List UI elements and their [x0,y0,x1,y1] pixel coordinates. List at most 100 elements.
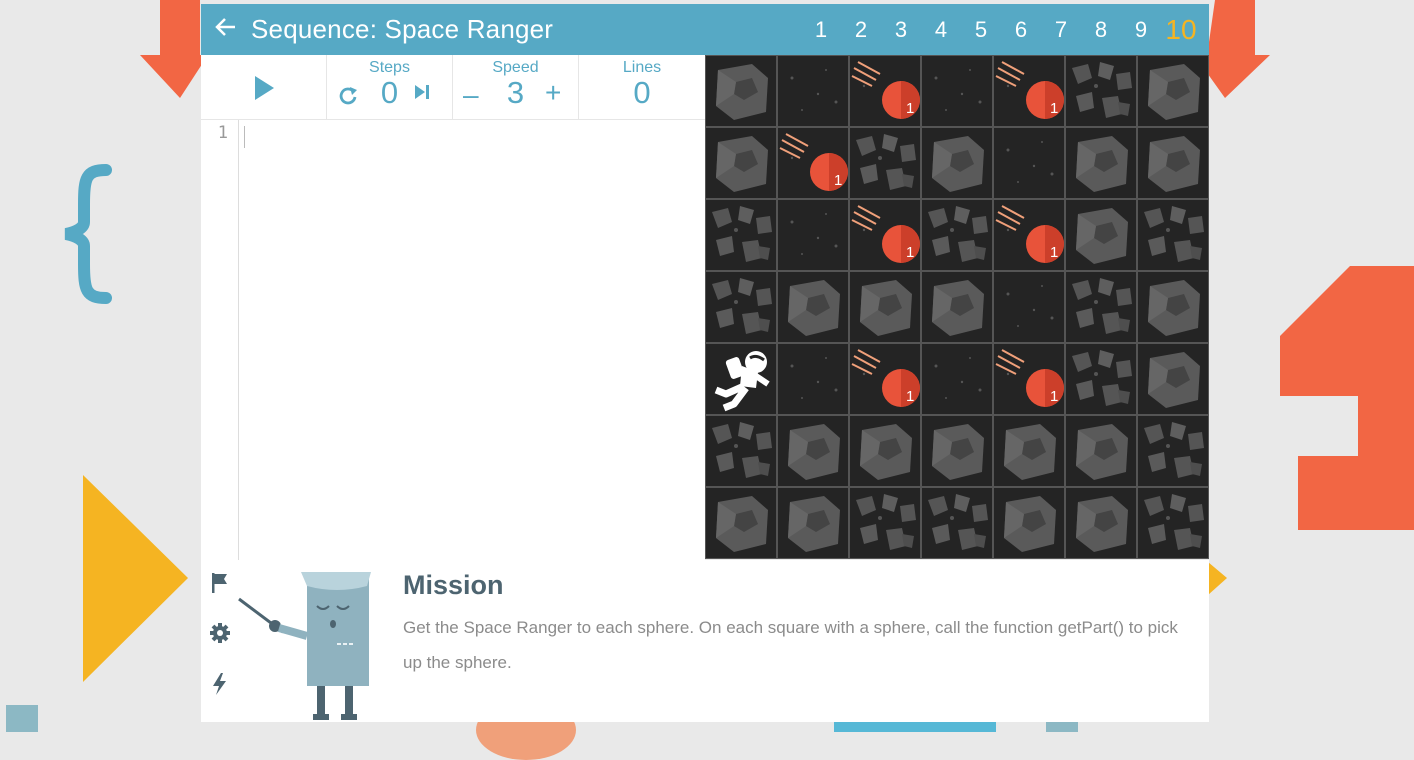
grid-cell-rock-cluster [849,487,921,559]
mission-panel: Mission Get the Space Ranger to each sph… [201,560,1209,722]
big-asteroid-graphic [716,64,768,120]
big-asteroid-graphic [1076,136,1128,192]
level-8[interactable]: 8 [1081,17,1121,43]
grid-cell-empty-space [777,55,849,127]
rock-cluster-graphic [928,206,988,262]
grid-cell-big-asteroid [1065,487,1137,559]
grid-cell-big-asteroid [1065,199,1137,271]
grid-cell-empty-space [777,199,849,271]
big-asteroid-graphic [1076,424,1128,480]
level-2[interactable]: 2 [841,17,881,43]
grid-cell-rock-cluster [1137,415,1209,487]
grid-cell-rock-cluster [921,199,993,271]
back-arrow-icon[interactable] [201,4,251,55]
level-3[interactable]: 3 [881,17,921,43]
grid-cell-big-asteroid [849,415,921,487]
control-bar: Steps 0 Speed – 3 + Lines 0 [201,55,705,120]
level-1[interactable]: 1 [801,17,841,43]
steps-value: 0 [380,75,399,110]
rock-cluster-graphic [1072,278,1132,334]
grid-cell-big-asteroid [921,127,993,199]
flag-icon[interactable] [209,571,231,595]
grid-cell-sphere: 1 [993,55,1065,127]
grid-cell-sphere: 1 [849,199,921,271]
game-grid: 1 1 1 1 1 1 1 [705,55,1209,559]
sphere-count: 1 [834,172,843,189]
level-7[interactable]: 7 [1041,17,1081,43]
mission-text: Get the Space Ranger to each sphere. On … [403,618,1178,672]
grid-cell-big-asteroid [705,55,777,127]
big-asteroid-graphic [1148,136,1200,192]
empty-space-graphic [1006,141,1054,183]
empty-space-graphic [934,357,982,399]
grid-cell-big-asteroid [921,415,993,487]
lines-section: Lines 0 [579,55,705,119]
grid-cell-big-asteroid [705,487,777,559]
level-9[interactable]: 9 [1121,17,1161,43]
rock-cluster-graphic [1144,422,1204,478]
big-asteroid-graphic [788,280,840,336]
text-cursor [244,126,245,148]
empty-space-graphic [934,69,982,111]
level-4[interactable]: 4 [921,17,961,43]
steps-section: Steps 0 [327,55,453,119]
mission-title: Mission [403,570,504,600]
big-asteroid-graphic [932,280,984,336]
grid-cell-rock-cluster [1065,55,1137,127]
grid-cell-sphere: 1 [849,55,921,127]
empty-space-graphic [1006,285,1054,327]
grid-cell-empty-space [921,343,993,415]
grid-cell-big-asteroid [993,415,1065,487]
big-asteroid-graphic [932,424,984,480]
big-asteroid-graphic [1148,352,1200,408]
player-astronaut-icon [714,351,770,412]
robot-instructor-illustration [238,572,371,720]
level-10-current[interactable]: 10 [1161,14,1201,46]
play-section [201,55,327,119]
lightning-icon[interactable] [209,672,231,696]
big-asteroid-graphic [932,136,984,192]
big-asteroid-graphic [1004,496,1056,552]
grid-cell-big-asteroid [1137,127,1209,199]
grid-cell-big-asteroid [1137,343,1209,415]
empty-space-graphic [790,357,838,399]
rock-cluster-graphic [928,494,988,550]
grid-cell-empty-space [777,343,849,415]
sphere-count: 1 [906,244,915,261]
big-asteroid-graphic [1076,208,1128,264]
line-gutter: 1 [201,120,239,560]
gear-icon[interactable] [209,621,231,645]
grid-cell-big-asteroid [921,271,993,343]
code-editor[interactable]: 1 [201,120,705,560]
decor-triangle-small [1208,562,1227,595]
grid-cell-rock-cluster [1137,199,1209,271]
grid-cell-rock-cluster [705,199,777,271]
empty-space-graphic [790,213,838,255]
grid-cell-big-asteroid [993,487,1065,559]
grid-cell-big-asteroid [1065,127,1137,199]
big-asteroid-graphic [1148,64,1200,120]
rock-cluster-graphic [1144,206,1204,262]
grid-cell-rock-cluster [921,487,993,559]
grid-cell-rock-cluster [705,271,777,343]
step-forward-icon[interactable] [415,84,431,100]
level-6[interactable]: 6 [1001,17,1041,43]
grid-cell-sphere: 1 [849,343,921,415]
big-asteroid-graphic [716,136,768,192]
grid-cell-empty-space [993,271,1065,343]
rock-cluster-graphic [1072,62,1132,118]
play-icon[interactable] [255,76,275,100]
sphere-count: 1 [1050,100,1059,117]
sphere-count: 1 [1050,244,1059,261]
decor-arrow-right [1205,0,1270,98]
big-asteroid-graphic [716,496,768,552]
lines-value: 0 [633,75,651,110]
grid-cell-big-asteroid [777,487,849,559]
decor-triangle-yellow [83,475,188,682]
grid-cell-big-asteroid [1137,55,1209,127]
level-5[interactable]: 5 [961,17,1001,43]
grid-cell-empty-space [993,127,1065,199]
big-asteroid-graphic [788,496,840,552]
speed-increase-button[interactable]: + [545,77,561,109]
rock-cluster-graphic [712,422,772,478]
